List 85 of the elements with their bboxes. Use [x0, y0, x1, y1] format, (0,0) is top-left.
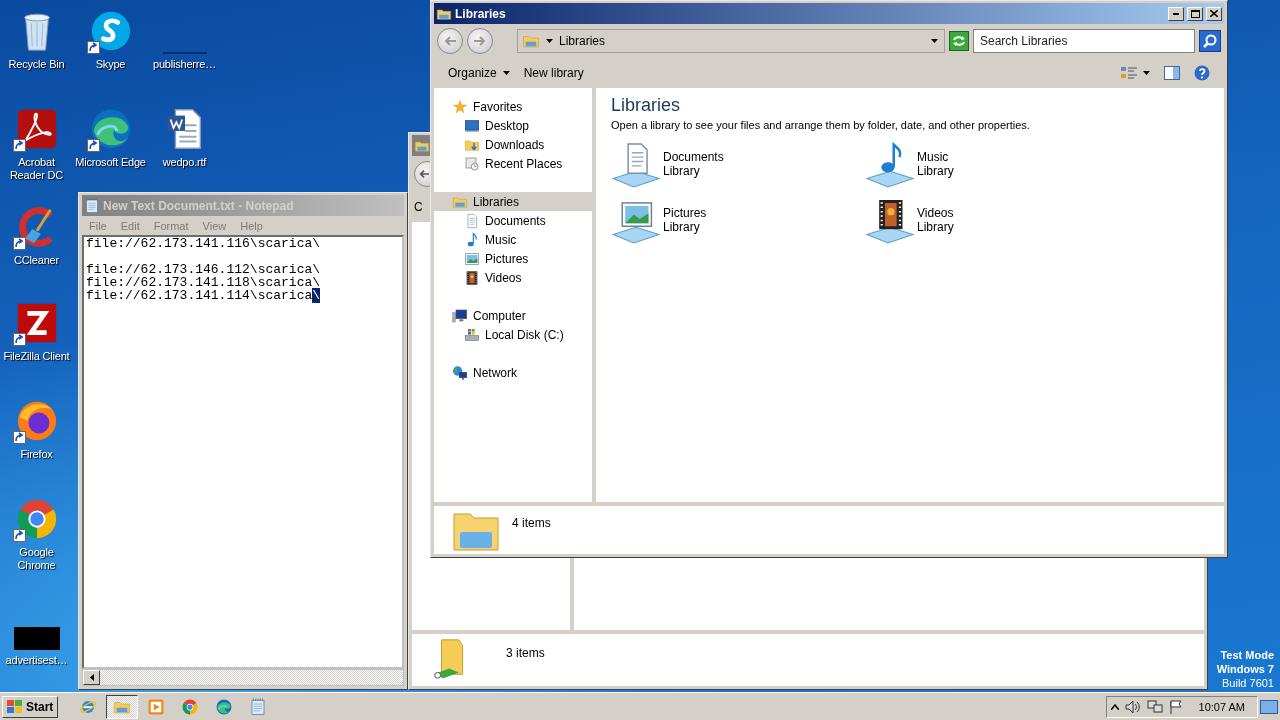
hard-disk-icon	[464, 326, 480, 343]
nav-item[interactable]: Local Disk (C:)	[434, 325, 592, 344]
caret-icon	[546, 39, 553, 43]
nav-item[interactable]: Videos	[434, 268, 592, 287]
music-note-icon	[865, 139, 915, 189]
caret-icon	[502, 71, 510, 75]
caret-icon	[931, 39, 938, 43]
chevron-up-icon	[1110, 703, 1119, 710]
scroll-left-button[interactable]	[83, 670, 100, 685]
star-icon	[452, 98, 468, 115]
round-logo-icon	[181, 697, 200, 716]
help-icon	[1194, 65, 1210, 81]
refresh-button[interactable]	[949, 31, 969, 51]
line-icon	[162, 52, 207, 54]
desktop-icon	[1260, 699, 1278, 714]
description-text: Open a library to see your files and arrange them by folder, date, and other properties.	[611, 119, 1031, 131]
network-icon	[1146, 699, 1163, 714]
caret-icon	[1143, 71, 1150, 75]
network-button[interactable]	[1146, 699, 1163, 714]
toolbar-button[interactable]: New library	[517, 63, 590, 83]
toolbar-button[interactable]: Organize	[442, 63, 516, 83]
forward-button[interactable]	[467, 28, 493, 54]
nav-item[interactable]: Documents	[434, 211, 592, 230]
left-arrow-icon	[89, 674, 94, 681]
volume-button[interactable]	[1124, 699, 1141, 714]
windows-logo-icon	[7, 699, 23, 714]
notepad-icon	[84, 197, 100, 214]
thumbnail-icon	[13, 627, 60, 650]
library-item[interactable]: Documents Library	[611, 139, 865, 189]
refresh-icon	[952, 35, 966, 47]
action-center-button[interactable]	[1168, 699, 1183, 714]
minimize-button[interactable]	[1168, 6, 1184, 21]
swirl-logo-icon	[215, 697, 234, 716]
back-arrow-icon	[444, 36, 456, 46]
nav-item[interactable]: Music	[434, 230, 592, 249]
picture-icon	[464, 250, 480, 267]
search-icon	[1203, 34, 1217, 48]
flag-icon	[1168, 699, 1183, 714]
page-heading: Libraries	[611, 94, 682, 116]
nav-item[interactable]: Network	[434, 363, 592, 382]
watermark-text: Test Mode	[1220, 648, 1274, 662]
show-hidden-icons-button[interactable]	[1110, 703, 1119, 710]
address-bar[interactable]: Libraries	[517, 29, 945, 53]
details-view-icon	[1121, 66, 1137, 80]
film-strip-icon	[464, 269, 480, 286]
recent-places-icon	[464, 155, 480, 172]
media-player-icon	[147, 697, 166, 716]
partial-label: C	[414, 200, 423, 214]
forward-arrow-icon	[474, 36, 486, 46]
nav-item[interactable]: Favorites	[434, 97, 592, 116]
nav-item[interactable]: Computer	[434, 306, 592, 325]
back-arrow-icon	[419, 169, 429, 179]
item-count: 3 items	[506, 646, 545, 660]
computer-icon	[452, 307, 468, 324]
taskbar-button[interactable]	[106, 694, 139, 719]
watermark-text: Windows 7	[1216, 662, 1274, 676]
library-item[interactable]: Music Library	[865, 139, 1119, 189]
preview-pane-icon	[1164, 66, 1180, 80]
close-icon	[1210, 10, 1218, 17]
library-item[interactable]: Pictures Library	[611, 195, 865, 245]
search-button[interactable]	[1199, 30, 1221, 52]
minimize-icon	[1173, 12, 1179, 15]
document-icon	[464, 212, 480, 229]
maximize-button[interactable]	[1187, 6, 1203, 21]
window-title: Libraries	[455, 6, 507, 21]
speaker-icon	[1124, 699, 1141, 714]
nav-item[interactable]: Libraries	[434, 192, 592, 211]
item-count: 4 items	[512, 516, 551, 530]
monitor-icon	[464, 117, 480, 134]
library-item[interactable]: Videos Library	[865, 195, 1119, 245]
start-button[interactable]: Start	[2, 695, 59, 718]
clock: 10:07 AM	[1198, 700, 1245, 713]
close-button[interactable]	[1206, 6, 1222, 21]
nav-item[interactable]: Downloads	[434, 135, 592, 154]
search-field[interactable]: Search Libraries	[973, 29, 1195, 53]
nav-item[interactable]: Desktop	[434, 116, 592, 135]
nav-item[interactable]: Recent Places	[434, 154, 592, 173]
network-icon	[452, 364, 468, 381]
text-area[interactable]: file://62.173.141.116\scarica\ file://62.173.146.112\scarica\ file://62.173.141.118\scarica\ file://62.173.141.114\scarica\	[82, 235, 404, 669]
nav-item[interactable]: Pictures	[434, 249, 592, 268]
back-button[interactable]	[437, 28, 463, 54]
show-desktop-button[interactable]	[1260, 699, 1278, 714]
notepad-icon	[249, 697, 268, 716]
maximize-icon	[1190, 9, 1200, 18]
watermark-text: Build 7601	[1222, 676, 1274, 690]
